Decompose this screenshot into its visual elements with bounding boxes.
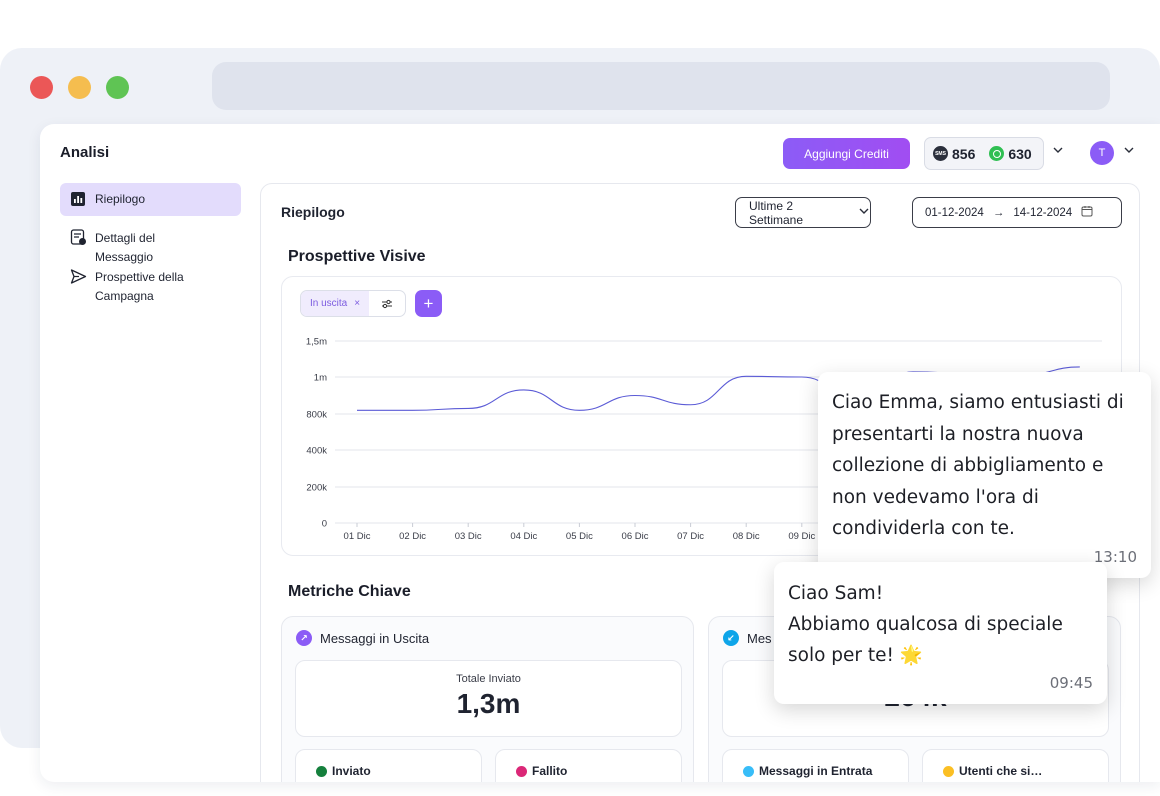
message-text: Ciao Sam! Abbiamo qualcosa di speciale s… <box>788 583 1063 666</box>
arrow-up-right-icon: ↗ <box>296 630 312 646</box>
window-maximize-dot[interactable] <box>106 76 129 99</box>
avatar[interactable]: T <box>1090 141 1114 165</box>
filter-chip[interactable]: In uscita × <box>300 290 406 317</box>
x-tick-label: 06 Dic <box>622 531 649 542</box>
x-tick-label: 03 Dic <box>455 531 482 542</box>
credit-counters[interactable]: SMS 856 630 <box>924 137 1044 170</box>
sidebar-item-label: Riepilogo <box>95 192 146 206</box>
outgoing-metrics-header: ↗ Messaggi in Uscita <box>296 630 429 646</box>
message-bubble: Ciao Emma, siamo entusiasti di presentar… <box>818 372 1151 578</box>
visual-section-title: Prospettive Visive <box>288 248 426 265</box>
users-stat-box: Utenti che si… <box>922 749 1109 782</box>
message-time: 09:45 <box>1049 674 1093 692</box>
failed-dot <box>516 766 527 777</box>
x-tick-label: 09 Dic <box>788 531 815 542</box>
filter-chip-label: In uscita × <box>301 291 370 316</box>
message-bubble: Ciao Sam! Abbiamo qualcosa di speciale s… <box>774 562 1107 704</box>
failed-stat-box: Fallito <box>495 749 682 782</box>
y-tick-label: 200k <box>306 483 327 494</box>
total-sent-box: Totale Inviato 1,3m <box>295 660 682 737</box>
sent-label: Inviato <box>332 764 371 778</box>
chevron-down-icon[interactable] <box>1123 144 1135 159</box>
y-tick-label: 800k <box>306 410 327 421</box>
failed-label: Fallito <box>532 764 568 778</box>
period-select-value: Ultime 2 Settimane <box>749 198 804 227</box>
users-label: Utenti che si… <box>959 764 1043 778</box>
x-tick-label: 01 Dic <box>344 531 371 542</box>
whatsapp-count: 630 <box>1008 145 1032 162</box>
add-filter-button[interactable]: + <box>415 290 442 317</box>
sent-dot <box>316 766 327 777</box>
incoming-stat-box: Messaggi in Entrata <box>722 749 909 782</box>
incoming-label: Messaggi in Entrata <box>759 764 873 778</box>
total-sent-value: 1,3m <box>456 688 521 719</box>
arrow-down-left-icon: ↙ <box>723 630 739 646</box>
chevron-down-icon <box>858 205 870 220</box>
window-minimize-dot[interactable] <box>68 76 91 99</box>
x-tick-label: 05 Dic <box>566 531 593 542</box>
y-tick-label: 1m <box>314 373 327 384</box>
x-tick-label: 07 Dic <box>677 531 704 542</box>
total-sent-label: Totale Inviato <box>456 673 521 685</box>
date-to: 14-12-2024 <box>1013 206 1073 219</box>
sent-stat-box: Inviato <box>295 749 482 782</box>
incoming-metrics-title: Mes <box>747 630 772 646</box>
send-icon <box>70 268 87 285</box>
incoming-metrics-header: ↙ Mes <box>723 630 772 646</box>
sms-icon: SMS <box>933 146 948 161</box>
filter-chip-text: In uscita <box>310 298 348 309</box>
outgoing-metrics-title: Messaggi in Uscita <box>320 630 430 646</box>
x-tick-label: 02 Dic <box>399 531 426 542</box>
chevron-down-icon[interactable] <box>1052 144 1064 159</box>
incoming-dot <box>743 766 754 777</box>
date-range-picker[interactable]: 01-12-2024 → 14-12-2024 <box>912 197 1122 228</box>
close-icon[interactable]: × <box>354 298 360 309</box>
y-tick-label: 1,5m <box>306 337 327 348</box>
sidebar-item-riepilogo[interactable]: Riepilogo <box>60 183 241 216</box>
panel-title: Riepilogo <box>281 204 345 220</box>
sidebar-item-message-details[interactable]: Dettagli del Messaggio <box>60 229 241 267</box>
message-details-icon <box>70 229 87 246</box>
metrics-section-title: Metriche Chiave <box>288 583 411 600</box>
period-select[interactable]: Ultime 2 Settimane <box>735 197 871 228</box>
y-tick-label: 0 <box>322 519 327 530</box>
sidebar-item-campaign[interactable]: Prospettive della Campagna <box>60 268 241 306</box>
date-from: 01-12-2024 <box>925 206 984 219</box>
calendar-icon <box>1081 205 1093 220</box>
sliders-icon[interactable] <box>369 298 405 310</box>
sms-count: 856 <box>952 145 976 162</box>
sidebar-item-label: Dettagli del Messaggio <box>95 231 156 264</box>
add-credits-button[interactable]: Aggiungi Crediti <box>783 138 910 169</box>
whatsapp-icon <box>989 146 1005 161</box>
outgoing-metrics-card: ↗ Messaggi in Uscita Totale Inviato 1,3m… <box>281 616 694 782</box>
date-separator: → <box>992 206 1005 219</box>
address-bar[interactable] <box>212 62 1110 110</box>
users-dot <box>943 766 954 777</box>
x-tick-label: 08 Dic <box>733 531 760 542</box>
window-close-dot[interactable] <box>30 76 53 99</box>
x-tick-label: 04 Dic <box>510 531 537 542</box>
message-text: Ciao Emma, siamo entusiasti di presentar… <box>832 392 1124 539</box>
sidebar-item-label: Prospettive della Campagna <box>95 270 184 303</box>
page-title: Analisi <box>60 144 110 161</box>
y-tick-label: 400k <box>306 446 327 457</box>
bar-chart-icon <box>70 191 87 208</box>
